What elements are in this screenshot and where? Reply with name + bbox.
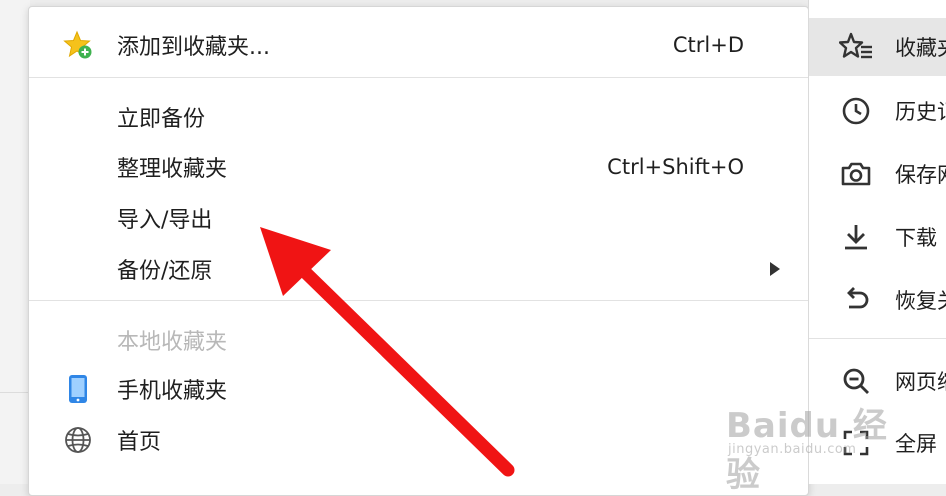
- local-bookmarks-header: 本地收藏夹: [29, 318, 808, 362]
- import-export-item[interactable]: 导入/导出: [29, 196, 808, 240]
- menu-item-fullscreen-label: 全屏: [895, 432, 937, 456]
- camera-icon: [839, 157, 873, 191]
- menu-item-history[interactable]: 历史记: [809, 82, 946, 140]
- baidu-watermark: Baidu 经验 jingyan.baidu.com: [726, 398, 896, 495]
- phone-icon: [63, 374, 93, 404]
- home-label: 首页: [117, 430, 162, 455]
- add-to-bookmarks-shortcut: Ctrl+D: [672, 33, 744, 57]
- add-to-bookmarks-label: 添加到收藏夹...: [117, 35, 270, 60]
- backup-now-item[interactable]: 立即备份: [29, 95, 808, 139]
- menu-divider: [809, 338, 946, 339]
- import-export-label: 导入/导出: [117, 208, 213, 233]
- mobile-bookmarks-item[interactable]: 手机收藏夹: [29, 367, 808, 411]
- organize-bookmarks-shortcut: Ctrl+Shift+O: [607, 155, 744, 179]
- menu-item-bookmarks-label: 收藏夹: [895, 36, 946, 60]
- organize-bookmarks-label: 整理收藏夹: [117, 157, 228, 182]
- mobile-bookmarks-label: 手机收藏夹: [117, 379, 228, 404]
- menu-divider: [29, 300, 808, 301]
- menu-item-restore-closed[interactable]: 恢复关: [809, 271, 946, 329]
- menu-divider: [29, 77, 808, 78]
- menu-item-history-label: 历史记: [895, 100, 946, 124]
- local-bookmarks-label: 本地收藏夹: [117, 330, 228, 355]
- organize-bookmarks-item[interactable]: 整理收藏夹 Ctrl+Shift+O: [29, 145, 808, 189]
- clock-icon: [839, 94, 873, 128]
- star-list-icon: [839, 30, 873, 64]
- submenu-arrow-icon: [770, 262, 780, 276]
- menu-item-downloads-label: 下载: [895, 226, 937, 250]
- background-divider: [0, 392, 30, 393]
- menu-item-bookmarks[interactable]: 收藏夹: [809, 18, 946, 76]
- backup-restore-item[interactable]: 备份/还原: [29, 247, 808, 291]
- add-to-bookmarks-item[interactable]: 添加到收藏夹... Ctrl+D: [29, 23, 808, 67]
- globe-icon: [63, 425, 93, 455]
- star-add-icon: [63, 30, 93, 60]
- menu-item-zoom-label: 网页缩: [895, 370, 946, 394]
- bookmarks-submenu: 添加到收藏夹... Ctrl+D 立即备份 整理收藏夹 Ctrl+Shift+O…: [28, 6, 809, 496]
- undo-icon: [839, 283, 873, 317]
- backup-restore-label: 备份/还原: [117, 259, 213, 284]
- download-icon: [839, 220, 873, 254]
- home-item[interactable]: 首页: [29, 418, 808, 462]
- zoom-out-icon: [839, 364, 873, 398]
- menu-item-save-page[interactable]: 保存网: [809, 145, 946, 203]
- menu-item-restore-closed-label: 恢复关: [895, 289, 946, 313]
- menu-item-save-page-label: 保存网: [895, 163, 946, 187]
- watermark-url: jingyan.baidu.com: [728, 442, 857, 457]
- backup-now-label: 立即备份: [117, 107, 206, 132]
- menu-item-downloads[interactable]: 下载: [809, 208, 946, 266]
- background-panel: [0, 0, 30, 484]
